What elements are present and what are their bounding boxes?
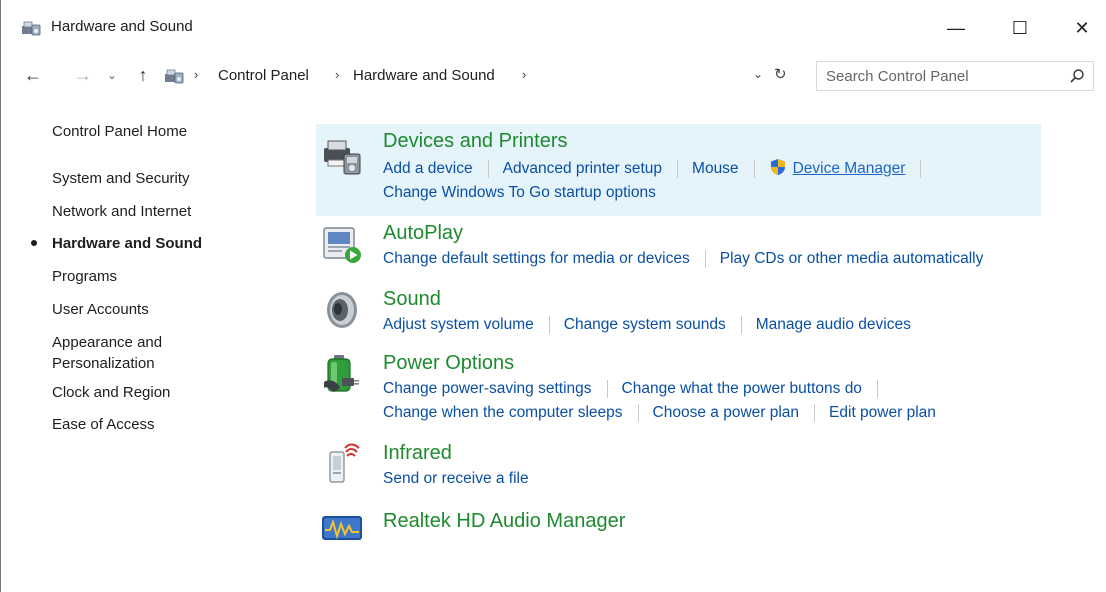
- hardware-sound-icon: [22, 21, 41, 36]
- current-item-bullet: [31, 240, 37, 246]
- search-input[interactable]: [817, 62, 1057, 90]
- breadcrumb-separator[interactable]: ›: [522, 67, 526, 82]
- hardware-sound-icon: [165, 69, 184, 84]
- up-button[interactable]: ↑: [131, 62, 155, 88]
- category-realtek-audio: Realtek HD Audio Manager: [316, 504, 1041, 548]
- infrared-icon: [329, 443, 360, 483]
- advanced-printer-setup-link[interactable]: Advanced printer setup: [503, 160, 662, 177]
- device-manager-link[interactable]: Device Manager: [793, 160, 906, 177]
- sound-links-row: Adjust system volume Change system sounds…: [383, 316, 911, 334]
- change-computer-sleeps-link[interactable]: Change when the computer sleeps: [383, 404, 623, 421]
- breadcrumb-separator[interactable]: ›: [335, 67, 339, 82]
- sidebar-item-system-security[interactable]: System and Security: [52, 168, 190, 189]
- sidebar-item-appearance-line1[interactable]: Appearance and: [52, 332, 162, 353]
- sidebar-item-user-accounts[interactable]: User Accounts: [52, 299, 149, 320]
- window-title: Hardware and Sound: [51, 18, 193, 35]
- uac-shield-icon: [770, 159, 785, 175]
- battery-icon: [324, 355, 359, 392]
- windows-to-go-link[interactable]: Change Windows To Go startup options: [383, 184, 656, 201]
- link-separator: [740, 316, 742, 334]
- control-panel-home-link[interactable]: Control Panel Home: [52, 121, 187, 142]
- edit-power-plan-link[interactable]: Edit power plan: [829, 404, 936, 421]
- category-power-options: Power Options Change power-saving settin…: [316, 348, 1041, 438]
- breadcrumb-hardware-and-sound[interactable]: Hardware and Sound: [353, 67, 495, 84]
- link-separator: [487, 159, 489, 178]
- change-default-media-settings-link[interactable]: Change default settings for media or dev…: [383, 250, 690, 267]
- infrared-title[interactable]: Infrared: [383, 442, 452, 465]
- link-separator: [920, 159, 922, 178]
- link-separator: [814, 404, 816, 422]
- title-bar: Hardware and Sound — ☐ ✕: [1, 0, 1106, 58]
- speaker-icon: [327, 292, 357, 328]
- search-icon[interactable]: [1069, 68, 1085, 84]
- back-button[interactable]: ←: [21, 62, 45, 88]
- power-links-row-2: Change when the computer sleeps Choose a …: [383, 404, 936, 422]
- adjust-system-volume-link[interactable]: Adjust system volume: [383, 316, 534, 333]
- play-cds-automatically-link[interactable]: Play CDs or other media automatically: [720, 250, 984, 267]
- address-dropdown-chevron-icon[interactable]: ⌄: [753, 67, 763, 81]
- category-devices-and-printers: Devices and Printers Add a device Advance…: [316, 124, 1041, 216]
- devices-links-row-2: Change Windows To Go startup options: [383, 184, 656, 202]
- sidebar-item-appearance-line2[interactable]: Personalization: [52, 353, 155, 374]
- breadcrumb-separator[interactable]: ›: [194, 67, 198, 82]
- printer-icon: [324, 140, 361, 175]
- autoplay-links-row: Change default settings for media or dev…: [383, 250, 983, 268]
- recent-locations-chevron-icon[interactable]: ⌄: [104, 62, 120, 88]
- link-separator: [704, 250, 706, 268]
- navigation-bar: ← → ⌄ ↑ › Control Panel › Hardware and S…: [1, 58, 1106, 92]
- category-infrared: Infrared Send or receive a file: [316, 438, 1041, 504]
- change-power-saving-link[interactable]: Change power-saving settings: [383, 380, 592, 397]
- power-links-row-1: Change power-saving settings Change what …: [383, 380, 892, 398]
- control-panel-window: Hardware and Sound — ☐ ✕ ← → ⌄ ↑ › Contr…: [0, 0, 1106, 592]
- category-sound: Sound Adjust system volume Change system …: [316, 282, 1041, 348]
- link-separator: [548, 316, 550, 334]
- link-separator: [876, 380, 878, 398]
- power-options-title[interactable]: Power Options: [383, 352, 514, 375]
- devices-and-printers-title[interactable]: Devices and Printers: [383, 130, 568, 153]
- maximize-button[interactable]: ☐: [997, 10, 1043, 46]
- add-a-device-link[interactable]: Add a device: [383, 160, 473, 177]
- breadcrumb-control-panel[interactable]: Control Panel: [218, 67, 309, 84]
- forward-button[interactable]: →: [71, 62, 95, 88]
- address-bar[interactable]: › Control Panel › Hardware and Sound › ⌄…: [160, 61, 800, 91]
- devices-links-row-1: Add a device Advanced printer setup Mouse …: [383, 158, 935, 178]
- search-box[interactable]: [816, 61, 1094, 91]
- link-separator: [677, 159, 679, 178]
- change-system-sounds-link[interactable]: Change system sounds: [564, 316, 726, 333]
- audio-wave-icon: [322, 516, 362, 540]
- sidebar-item-network-internet[interactable]: Network and Internet: [52, 201, 191, 222]
- link-separator: [753, 159, 755, 178]
- autoplay-icon: [323, 227, 361, 263]
- sound-title[interactable]: Sound: [383, 288, 441, 311]
- send-receive-file-link[interactable]: Send or receive a file: [383, 470, 529, 487]
- refresh-icon[interactable]: ↻: [774, 65, 787, 83]
- link-separator: [606, 380, 608, 398]
- infrared-links-row: Send or receive a file: [383, 470, 529, 488]
- manage-audio-devices-link[interactable]: Manage audio devices: [756, 316, 911, 333]
- minimize-button[interactable]: —: [933, 10, 979, 46]
- sidebar-item-programs[interactable]: Programs: [52, 266, 117, 287]
- mouse-link[interactable]: Mouse: [692, 160, 739, 177]
- category-autoplay: AutoPlay Change default settings for med…: [316, 216, 1041, 282]
- link-separator: [637, 404, 639, 422]
- choose-power-plan-link[interactable]: Choose a power plan: [653, 404, 800, 421]
- sidebar-item-ease-of-access[interactable]: Ease of Access: [52, 414, 155, 435]
- realtek-audio-manager-title[interactable]: Realtek HD Audio Manager: [383, 510, 625, 533]
- autoplay-title[interactable]: AutoPlay: [383, 222, 463, 245]
- sidebar-item-clock-region[interactable]: Clock and Region: [52, 382, 170, 403]
- close-button[interactable]: ✕: [1059, 10, 1105, 46]
- change-power-buttons-link[interactable]: Change what the power buttons do: [622, 380, 862, 397]
- sidebar-item-hardware-sound[interactable]: Hardware and Sound: [52, 233, 202, 254]
